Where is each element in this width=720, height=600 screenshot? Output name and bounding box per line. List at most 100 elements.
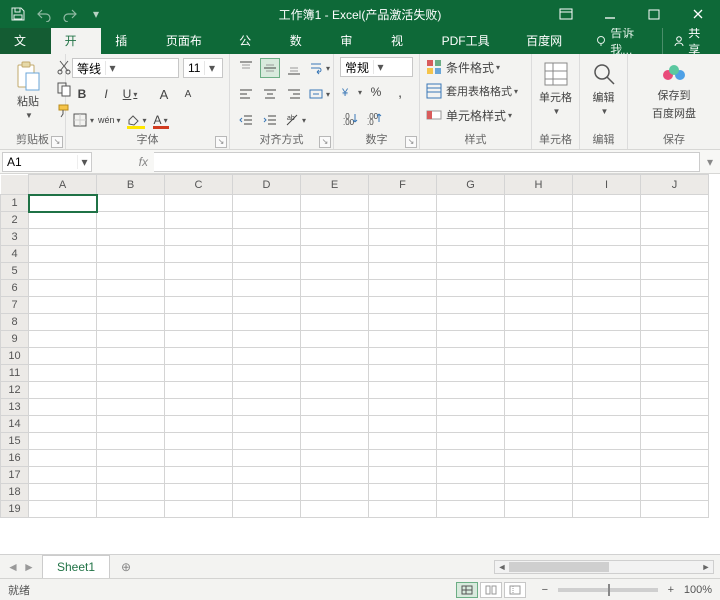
cell[interactable] [369, 399, 437, 416]
cell[interactable] [505, 416, 573, 433]
cell[interactable] [233, 382, 301, 399]
cell[interactable] [165, 416, 233, 433]
scroll-thumb[interactable] [509, 562, 609, 572]
column-header[interactable]: B [97, 175, 165, 195]
new-sheet-button[interactable]: ⊕ [114, 555, 138, 579]
cell[interactable] [437, 212, 505, 229]
row-header[interactable]: 9 [1, 331, 29, 348]
cell[interactable] [437, 229, 505, 246]
cell[interactable] [369, 467, 437, 484]
cell[interactable] [29, 348, 97, 365]
cell[interactable] [641, 212, 709, 229]
sheet-nav[interactable]: ◄ ► [0, 560, 42, 574]
name-box[interactable]: A1▾ [2, 152, 92, 172]
normal-view-icon[interactable] [456, 582, 478, 598]
cell[interactable] [641, 399, 709, 416]
cell[interactable] [369, 484, 437, 501]
cell[interactable] [233, 314, 301, 331]
cell[interactable] [29, 399, 97, 416]
shrink-font-button[interactable]: A [178, 84, 198, 104]
cell[interactable] [505, 212, 573, 229]
orientation-icon[interactable]: ab▾ [284, 110, 306, 130]
cell[interactable] [369, 348, 437, 365]
copy-icon[interactable] [54, 79, 74, 99]
cell[interactable] [437, 314, 505, 331]
cell[interactable] [641, 450, 709, 467]
row-header[interactable]: 13 [1, 399, 29, 416]
row-header[interactable]: 2 [1, 212, 29, 229]
font-launcher-icon[interactable]: ↘ [215, 136, 227, 148]
cell[interactable] [301, 467, 369, 484]
cell[interactable] [369, 195, 437, 212]
cell[interactable] [29, 501, 97, 518]
share-button[interactable]: 共享 [662, 24, 720, 58]
cell[interactable] [165, 433, 233, 450]
cell[interactable] [233, 501, 301, 518]
cell[interactable] [505, 280, 573, 297]
tab-review[interactable]: 审阅 [326, 28, 377, 54]
cell[interactable] [505, 229, 573, 246]
fx-icon[interactable]: fx [139, 155, 148, 169]
cell[interactable] [505, 195, 573, 212]
column-header[interactable]: C [165, 175, 233, 195]
cell-styles-button[interactable]: 单元格样式▾ [426, 105, 525, 125]
horizontal-scrollbar[interactable]: ◄ ► [144, 560, 714, 574]
cells-menu-button[interactable]: 单元格▼ [534, 57, 578, 123]
cell[interactable] [505, 501, 573, 518]
scroll-right-icon[interactable]: ► [699, 562, 713, 572]
cut-icon[interactable] [54, 57, 74, 77]
row-header[interactable]: 19 [1, 501, 29, 518]
cell[interactable] [165, 263, 233, 280]
cell[interactable] [641, 382, 709, 399]
cell[interactable] [97, 297, 165, 314]
cell[interactable] [29, 416, 97, 433]
cell[interactable] [369, 280, 437, 297]
cell[interactable] [573, 280, 641, 297]
cell[interactable] [301, 212, 369, 229]
cell[interactable] [369, 314, 437, 331]
cell[interactable] [165, 280, 233, 297]
row-header[interactable]: 16 [1, 450, 29, 467]
cell[interactable] [97, 280, 165, 297]
cell[interactable] [301, 297, 369, 314]
row-header[interactable]: 11 [1, 365, 29, 382]
cell[interactable] [369, 212, 437, 229]
cell[interactable] [97, 314, 165, 331]
cell[interactable] [233, 450, 301, 467]
align-left-icon[interactable] [236, 84, 256, 104]
worksheet-grid[interactable]: ABCDEFGHIJ12345678910111213141516171819 [0, 174, 720, 554]
cell[interactable] [233, 484, 301, 501]
cell[interactable] [573, 416, 641, 433]
cell[interactable] [29, 212, 97, 229]
cell[interactable] [301, 484, 369, 501]
cell[interactable] [165, 399, 233, 416]
cell[interactable] [97, 467, 165, 484]
underline-button[interactable]: U▾ [120, 84, 140, 104]
cell[interactable] [369, 416, 437, 433]
cell[interactable] [97, 382, 165, 399]
cell[interactable] [505, 433, 573, 450]
tab-page-layout[interactable]: 页面布局 [152, 28, 225, 54]
page-layout-view-icon[interactable] [480, 582, 502, 598]
cell[interactable] [641, 297, 709, 314]
cell[interactable] [573, 484, 641, 501]
cell[interactable] [233, 399, 301, 416]
cell[interactable] [437, 416, 505, 433]
cell[interactable] [29, 229, 97, 246]
cell[interactable] [97, 246, 165, 263]
cell[interactable] [301, 433, 369, 450]
decrease-indent-icon[interactable] [236, 110, 256, 130]
cell[interactable] [505, 246, 573, 263]
cell[interactable] [505, 263, 573, 280]
zoom-out-button[interactable]: − [538, 584, 552, 596]
cell[interactable] [437, 382, 505, 399]
zoom-in-button[interactable]: + [664, 584, 678, 596]
cell[interactable] [97, 195, 165, 212]
minimize-icon[interactable] [588, 0, 632, 28]
number-launcher-icon[interactable]: ↘ [405, 136, 417, 148]
cell[interactable] [233, 212, 301, 229]
cell[interactable] [97, 263, 165, 280]
cell[interactable] [573, 212, 641, 229]
cell[interactable] [437, 501, 505, 518]
row-header[interactable]: 5 [1, 263, 29, 280]
